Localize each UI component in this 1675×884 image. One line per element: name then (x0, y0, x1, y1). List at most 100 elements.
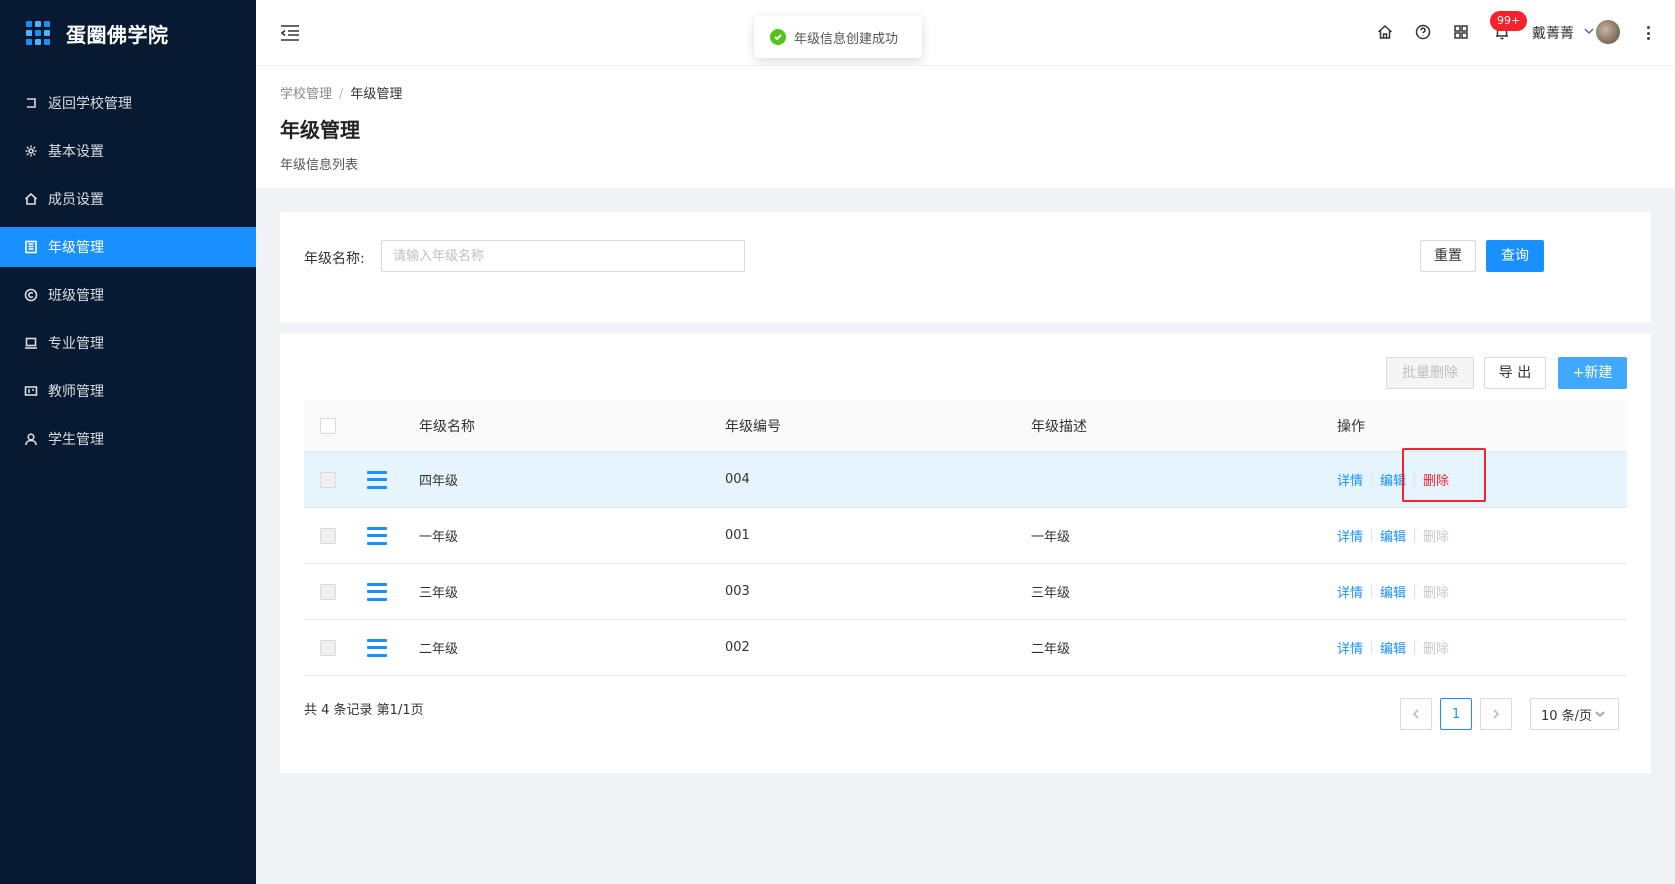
action-divider (1414, 641, 1416, 654)
grade-name-input[interactable] (381, 240, 745, 272)
delete-link-disabled: 删除 (1423, 642, 1450, 657)
menu-fold-icon[interactable] (280, 24, 300, 42)
sidebar-item-label: 班级管理 (48, 288, 104, 304)
sidebar-item-grade-management[interactable]: 年级管理 (0, 227, 256, 267)
batch-delete-button[interactable]: 批量删除 (1386, 357, 1474, 389)
column-header-name[interactable]: 年级名称 (419, 400, 475, 451)
chevron-down-icon (1595, 711, 1605, 718)
help-icon[interactable] (1414, 23, 1432, 41)
action-divider (1371, 529, 1373, 542)
chevron-down-icon[interactable] (1583, 25, 1595, 37)
chevron-right-icon (1493, 709, 1500, 719)
cell-grade-name: 四年级 (419, 474, 459, 489)
copyright-icon (24, 288, 38, 302)
row-checkbox[interactable] (320, 527, 336, 544)
apps-grid-icon[interactable] (1452, 23, 1470, 41)
detail-link[interactable]: 详情 (1337, 582, 1363, 601)
detail-link[interactable]: 详情 (1337, 470, 1363, 489)
action-divider (1371, 473, 1373, 486)
avatar[interactable] (1596, 20, 1620, 44)
column-header-code[interactable]: 年级编号 (725, 400, 781, 451)
grade-table: 年级名称 年级编号 年级描述 操作 四年级 004 详情 编辑 删除 一年级 0… (304, 400, 1627, 676)
delete-link-disabled: 删除 (1423, 530, 1450, 545)
user-icon (24, 432, 38, 446)
table-row[interactable]: 二年级 002 二年级 详情 编辑 删除 (304, 620, 1627, 676)
sidebar-item-student-management[interactable]: 学生管理 (0, 419, 256, 459)
column-header-desc[interactable]: 年级描述 (1031, 400, 1087, 451)
sidebar-item-back-to-school[interactable]: 返回学校管理 (0, 83, 256, 123)
detail-link[interactable]: 详情 (1337, 638, 1363, 657)
sidebar-item-class-management[interactable]: 班级管理 (0, 275, 256, 315)
record-total: 共 4 条记录 第1/1页 (304, 703, 424, 718)
delete-link-disabled: 删除 (1423, 586, 1450, 601)
success-toast: 年级信息创建成功 (754, 16, 922, 58)
action-divider (1371, 641, 1373, 654)
cell-grade-name: 一年级 (419, 530, 459, 545)
sidebar-item-label: 学生管理 (48, 432, 104, 448)
top-header: 年级信息创建成功 99+ 戴菁菁 (256, 0, 1675, 66)
drag-handle-icon[interactable] (367, 638, 387, 657)
cell-grade-name: 三年级 (419, 586, 459, 601)
table-row[interactable]: 一年级 001 一年级 详情 编辑 删除 (304, 508, 1627, 564)
highlight-box (1402, 448, 1486, 502)
cell-grade-desc: 一年级 (1031, 530, 1071, 545)
sidebar-item-major-management[interactable]: 专业管理 (0, 323, 256, 363)
cell-grade-code: 003 (725, 584, 750, 599)
sidebar-item-label: 基本设置 (48, 144, 104, 160)
drag-handle-icon[interactable] (367, 582, 387, 601)
notification-badge: 99+ (1490, 11, 1528, 31)
sidebar-item-teacher-management[interactable]: 教师管理 (0, 371, 256, 411)
logo[interactable]: 蛋圈佛学院 (0, 0, 256, 66)
action-divider (1371, 585, 1373, 598)
sidebar-item-label: 年级管理 (48, 240, 104, 256)
sidebar: 蛋圈佛学院 返回学校管理 基本设置 成员设置 年级管理 班级管理 专业管理 教师… (0, 0, 256, 884)
sidebar-item-label: 专业管理 (48, 336, 104, 352)
breadcrumb: 学校管理 / 年级管理 (280, 83, 402, 102)
prev-page-button[interactable] (1400, 698, 1432, 730)
edit-link[interactable]: 编辑 (1380, 526, 1406, 545)
logo-text: 蛋圈佛学院 (66, 22, 169, 47)
home-icon[interactable] (1376, 23, 1394, 41)
row-checkbox[interactable] (320, 639, 336, 656)
row-checkbox[interactable] (320, 583, 336, 600)
page-header: 学校管理 / 年级管理 年级管理 年级信息列表 (256, 66, 1675, 188)
column-header-actions: 操作 (1337, 418, 1365, 435)
table-header-row: 年级名称 年级编号 年级描述 操作 (304, 400, 1627, 452)
sidebar-item-basic-settings[interactable]: 基本设置 (0, 131, 256, 171)
toast-message: 年级信息创建成功 (794, 31, 899, 47)
id-card-icon (24, 384, 38, 398)
select-all-checkbox[interactable] (320, 417, 336, 434)
chevron-left-icon (1412, 709, 1419, 719)
table-row[interactable]: 三年级 003 三年级 详情 编辑 删除 (304, 564, 1627, 620)
table-panel: 批量删除 导 出 +新建 年级名称 年级编号 年级描述 操作 四年级 004 详… (280, 333, 1651, 773)
export-button[interactable]: 导 出 (1484, 357, 1546, 389)
home-icon (24, 192, 38, 206)
drag-handle-icon[interactable] (367, 526, 387, 545)
breadcrumb-item-school[interactable]: 学校管理 (280, 87, 332, 102)
more-vertical-icon[interactable] (1646, 26, 1650, 40)
edit-link[interactable]: 编辑 (1380, 638, 1406, 657)
search-panel: 年级名称: 重置 查询 (280, 212, 1651, 323)
breadcrumb-separator: / (339, 87, 344, 102)
sidebar-item-label: 成员设置 (48, 192, 104, 208)
reset-button[interactable]: 重置 (1420, 240, 1476, 272)
detail-link[interactable]: 详情 (1337, 526, 1363, 545)
drag-handle-icon[interactable] (367, 470, 387, 489)
sidebar-item-member-settings[interactable]: 成员设置 (0, 179, 256, 219)
cell-grade-code: 002 (725, 640, 750, 655)
page-1-button[interactable]: 1 (1440, 698, 1472, 730)
page-subtitle: 年级信息列表 (280, 158, 359, 173)
page-size-select[interactable]: 10 条/页 (1530, 698, 1619, 730)
user-name[interactable]: 戴菁菁 (1532, 23, 1574, 43)
next-page-button[interactable] (1480, 698, 1512, 730)
page-title: 年级管理 (280, 118, 360, 142)
cell-grade-desc: 三年级 (1031, 586, 1071, 601)
sidebar-item-label: 教师管理 (48, 384, 104, 400)
action-divider (1414, 585, 1416, 598)
query-button[interactable]: 查询 (1486, 240, 1544, 272)
row-checkbox[interactable] (320, 471, 336, 488)
action-divider (1414, 529, 1416, 542)
new-button[interactable]: +新建 (1558, 357, 1627, 389)
edit-link[interactable]: 编辑 (1380, 582, 1406, 601)
sidebar-menu: 返回学校管理 基本设置 成员设置 年级管理 班级管理 专业管理 教师管理 学生管… (0, 83, 256, 459)
